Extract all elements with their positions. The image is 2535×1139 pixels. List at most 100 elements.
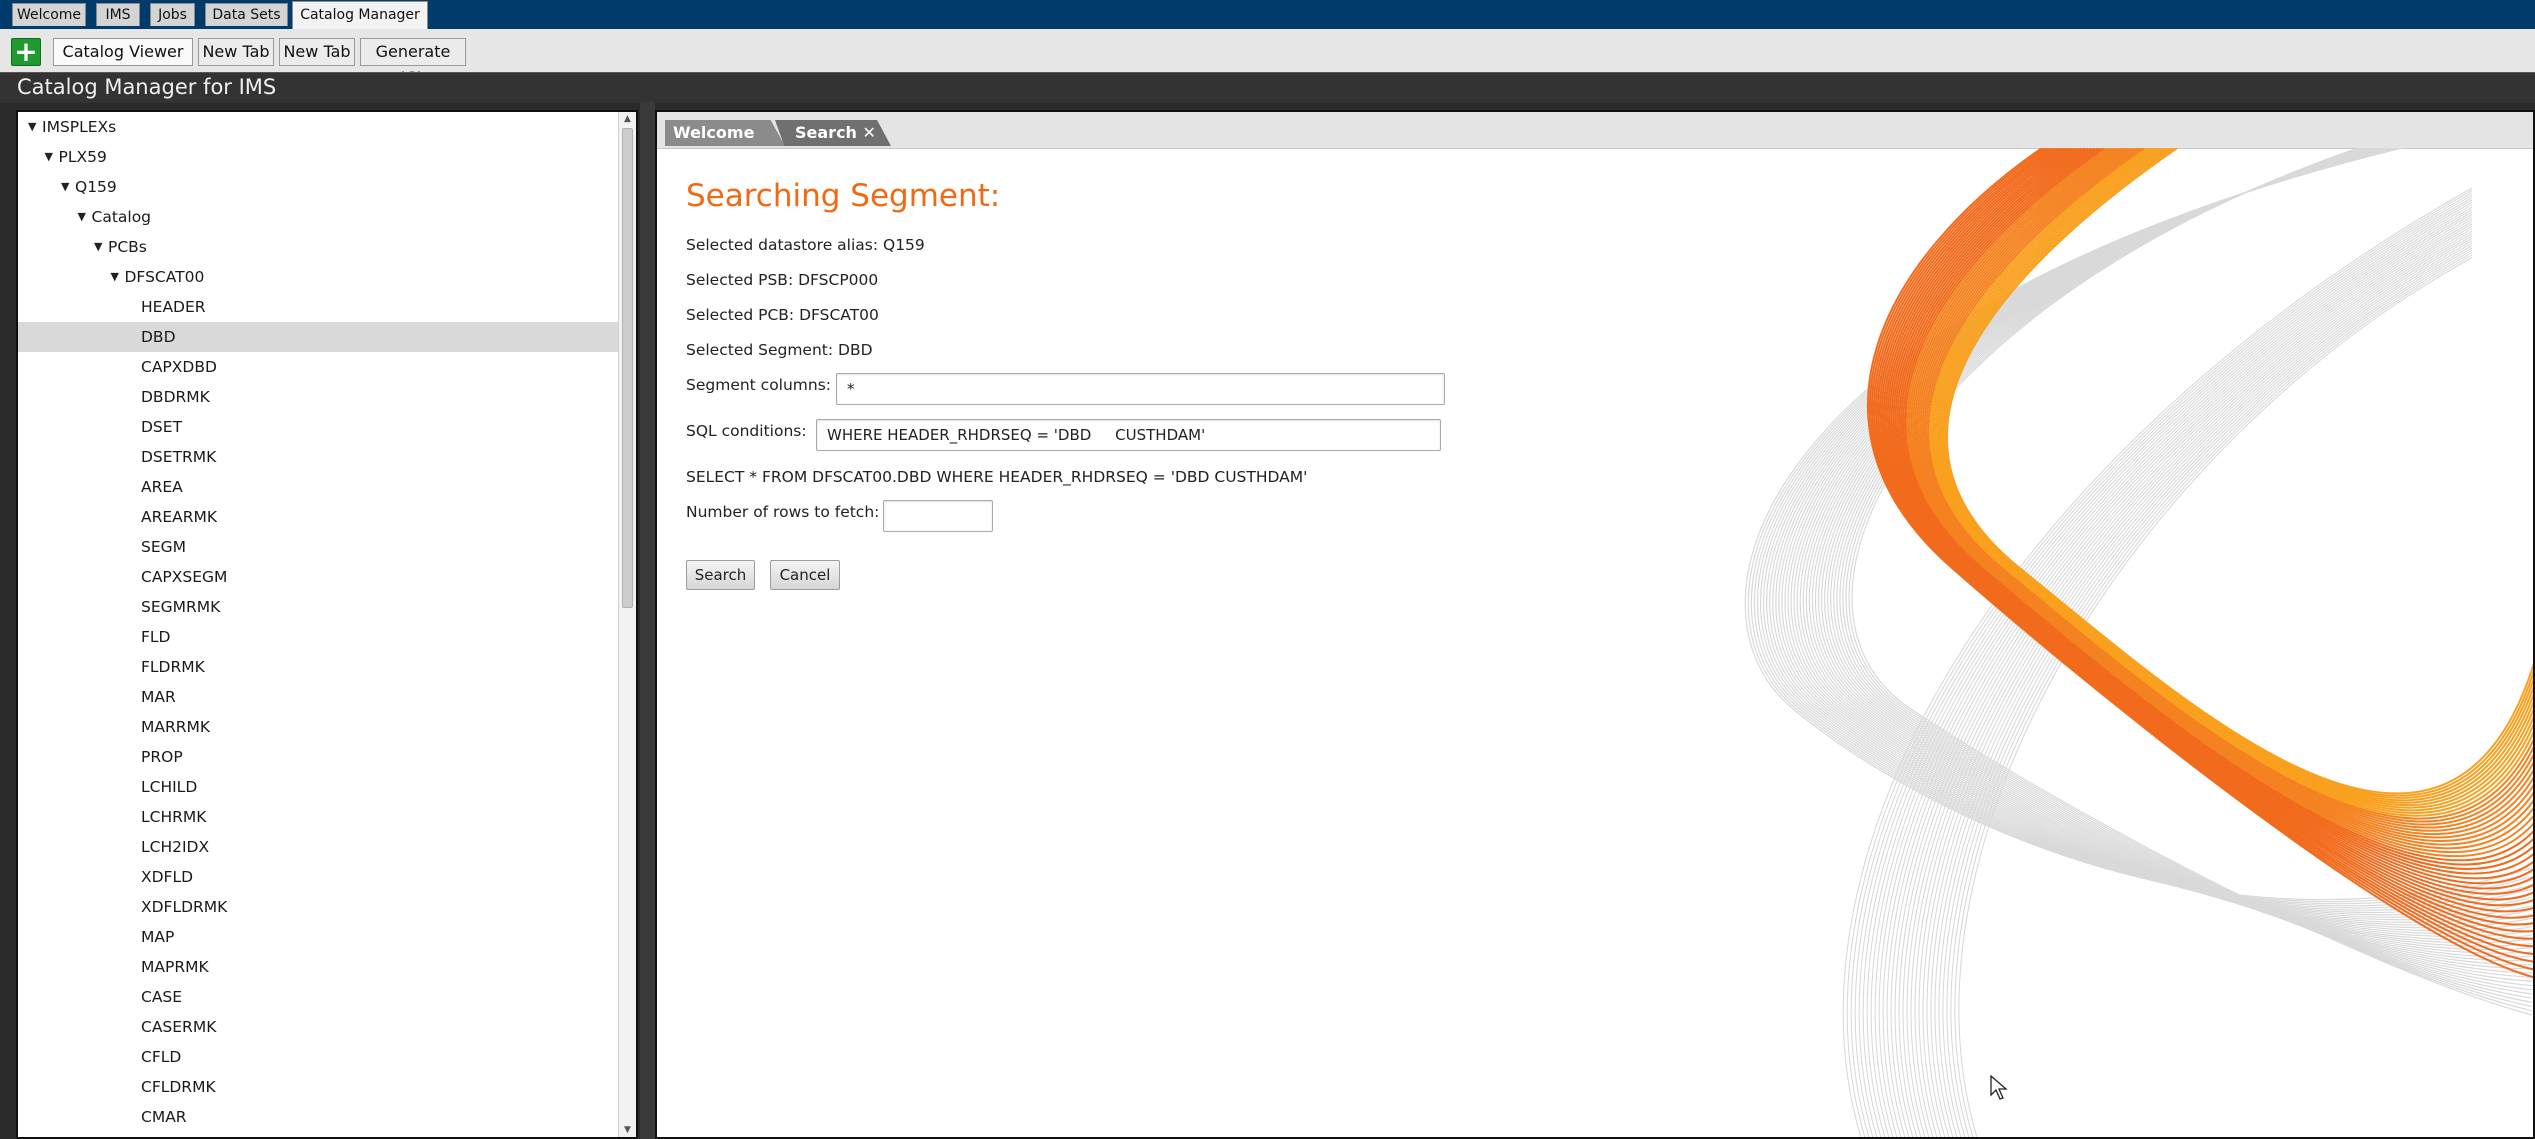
rows-to-fetch-input[interactable]: [883, 500, 993, 532]
scroll-down-arrow-icon[interactable]: ▼: [619, 1123, 636, 1137]
rows-to-fetch-label: Number of rows to fetch:: [686, 503, 880, 521]
tree-item-lch2idx[interactable]: LCH2IDX: [18, 832, 619, 862]
sub-tab-bar: + Catalog Viewer ✕ New Tab New Tab Gener…: [0, 29, 2535, 87]
tree-item-header[interactable]: HEADER: [18, 292, 619, 322]
top-tab-welcome[interactable]: Welcome: [12, 3, 86, 26]
expand-toggle-icon[interactable]: ▼: [78, 202, 86, 232]
expand-toggle-icon[interactable]: ▼: [94, 232, 102, 262]
selected-pcb-text: Selected PCB: DFSCAT00: [686, 306, 879, 324]
segment-columns-input[interactable]: [836, 373, 1445, 405]
tree-item-label: DFSCAT00: [124, 268, 205, 286]
tab-generate-jcl[interactable]: Generate JCL: [360, 38, 466, 87]
add-tab-button[interactable]: +: [11, 38, 41, 66]
tree-item-label: AREA: [141, 478, 183, 496]
tree-item-label: CFLDRMK: [141, 1078, 216, 1096]
tree-item-label: CFLD: [141, 1048, 182, 1066]
tree-item-case[interactable]: CASE: [18, 982, 619, 1012]
tree-item-label: MAR: [141, 688, 176, 706]
tree-item-label: CAPXDBD: [141, 358, 217, 376]
tree-item-fldrmk[interactable]: FLDRMK: [18, 652, 619, 682]
expand-toggle-icon[interactable]: ▼: [61, 172, 69, 202]
tree-item-cmar[interactable]: CMAR: [18, 1102, 619, 1132]
tree-item-mar[interactable]: MAR: [18, 682, 619, 712]
tree-item-label: LCHRMK: [141, 808, 207, 826]
tree-scrollbar[interactable]: ▲ ▼: [618, 112, 636, 1137]
tree-item-map[interactable]: MAP: [18, 922, 619, 952]
tree-item-label: SEGMRMK: [141, 598, 221, 616]
tree-item-label: Q159: [75, 178, 117, 196]
mouse-pointer-icon: [1990, 1075, 2008, 1100]
tree-item-area[interactable]: AREA: [18, 472, 619, 502]
top-tab-data-sets[interactable]: Data Sets: [205, 3, 288, 26]
tree-item-catalog[interactable]: ▼ Catalog: [18, 202, 619, 232]
tree-scroll-thumb[interactable]: [622, 128, 633, 608]
tree-item-label: DBD: [141, 328, 176, 346]
tree-item-label: XDFLDRMK: [141, 898, 228, 916]
tree-item-prop[interactable]: PROP: [18, 742, 619, 772]
expand-toggle-icon[interactable]: ▼: [111, 262, 119, 292]
tree-item-label: MAP: [141, 928, 175, 946]
tree-item-segmrmk[interactable]: SEGMRMK: [18, 592, 619, 622]
tree-item-arearmk[interactable]: AREARMK: [18, 502, 619, 532]
tree-item-label: CMAR: [141, 1108, 187, 1126]
tree-item-cfld[interactable]: CFLD: [18, 1042, 619, 1072]
tree-item-maprmk[interactable]: MAPRMK: [18, 952, 619, 982]
tree-item-casermk[interactable]: CASERMK: [18, 1012, 619, 1042]
tree-item-xdfldrmk[interactable]: XDFLDRMK: [18, 892, 619, 922]
tree-item-capxdbd[interactable]: CAPXDBD: [18, 352, 619, 382]
plus-icon: +: [14, 35, 38, 68]
tree-item-imsplexs[interactable]: ▼ IMSPLEXs: [18, 112, 619, 142]
tree-item-dbdrmk[interactable]: DBDRMK: [18, 382, 619, 412]
tree-item-q159[interactable]: ▼ Q159: [18, 172, 619, 202]
content-panel: Welcome Search ✕ Searching Segment: Sele…: [655, 110, 2535, 1139]
tree-item-label: CASE: [141, 988, 183, 1006]
selected-psb-text: Selected PSB: DFSCP000: [686, 271, 879, 289]
sql-preview-text: SELECT * FROM DFSCAT00.DBD WHERE HEADER_…: [686, 468, 1308, 486]
tree-item-label: PCBs: [108, 238, 147, 256]
expand-toggle-icon[interactable]: ▼: [28, 112, 36, 142]
tree-item-label: MAPRMK: [141, 958, 209, 976]
app-title: Catalog Manager for IMS: [17, 75, 277, 99]
tree-item-lchrmk[interactable]: LCHRMK: [18, 802, 619, 832]
tab-catalog-viewer[interactable]: Catalog Viewer ✕: [53, 38, 193, 87]
tree-item-label: DBDRMK: [141, 388, 210, 406]
cancel-button[interactable]: Cancel: [770, 560, 840, 590]
search-button[interactable]: Search: [686, 560, 755, 590]
tree-item-dset[interactable]: DSET: [18, 412, 619, 442]
tree-item-label: IMSPLEXs: [42, 118, 117, 136]
decorative-swoosh-graphic: [1744, 148, 2533, 1137]
tab-new-tab-1[interactable]: New Tab: [198, 38, 274, 66]
tree-item-label: Catalog: [91, 208, 152, 226]
top-tab-jobs[interactable]: Jobs: [150, 3, 195, 26]
tree-item-label: FLD: [141, 628, 171, 646]
scroll-up-arrow-icon[interactable]: ▲: [619, 112, 636, 126]
tab-search[interactable]: Search ✕: [775, 120, 891, 146]
tree-item-fld[interactable]: FLD: [18, 622, 619, 652]
selected-segment-text: Selected Segment: DBD: [686, 341, 873, 359]
tree-item-label: DSETRMK: [141, 448, 217, 466]
top-tab-catalog-manager[interactable]: Catalog Manager: [292, 1, 428, 29]
tab-welcome[interactable]: Welcome: [665, 120, 785, 146]
tree-item-lchild[interactable]: LCHILD: [18, 772, 619, 802]
expand-toggle-icon[interactable]: ▼: [45, 142, 53, 172]
catalog-tree[interactable]: ▼ IMSPLEXs ▼ PLX59 ▼ Q159 ▼ Catalog ▼ PCBs ▼ DFSCAT…: [16, 110, 638, 1139]
panel-splitter[interactable]: [640, 102, 655, 1139]
tree-item-dsetrmk[interactable]: DSETRMK: [18, 442, 619, 472]
top-tab-ims[interactable]: IMS: [96, 3, 140, 26]
tree-item-segm[interactable]: SEGM: [18, 532, 619, 562]
sql-conditions-input[interactable]: [816, 419, 1441, 451]
tree-item-dfscat00[interactable]: ▼ DFSCAT00: [18, 262, 619, 292]
tree-item-capxsegm[interactable]: CAPXSEGM: [18, 562, 619, 592]
tree-item-label: PROP: [141, 748, 183, 766]
tree-item-dbd[interactable]: DBD: [18, 322, 619, 352]
tree-item-pcbs[interactable]: ▼ PCBs: [18, 232, 619, 262]
tree-item-label: MARRMK: [141, 718, 211, 736]
content-tab-bar: Welcome Search ✕: [657, 112, 2533, 149]
top-tab-bar: Welcome IMS Jobs Data Sets Catalog Manag…: [0, 0, 2535, 29]
tree-item-marrmk[interactable]: MARRMK: [18, 712, 619, 742]
tab-new-tab-2[interactable]: New Tab: [279, 38, 355, 66]
tree-item-label: HEADER: [141, 298, 206, 316]
tree-item-plx59[interactable]: ▼ PLX59: [18, 142, 619, 172]
tree-item-xdfld[interactable]: XDFLD: [18, 862, 619, 892]
tree-item-cfldrmk[interactable]: CFLDRMK: [18, 1072, 619, 1102]
